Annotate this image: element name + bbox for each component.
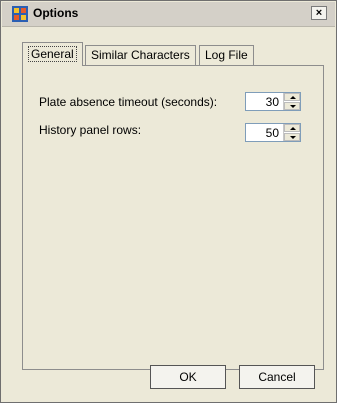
ok-button[interactable]: OK xyxy=(150,365,226,389)
spin-down-icon xyxy=(290,105,296,108)
plate-absence-increment-button[interactable] xyxy=(284,93,300,101)
cancel-button[interactable]: Cancel xyxy=(239,365,315,389)
plate-absence-spin-buttons xyxy=(283,93,300,110)
history-rows-increment-button[interactable] xyxy=(284,124,300,132)
history-panel-rows-value[interactable]: 50 xyxy=(249,126,279,140)
tab-general[interactable]: General xyxy=(22,42,83,66)
spin-down-icon xyxy=(290,136,296,139)
close-icon: × xyxy=(315,7,323,19)
history-panel-rows-stepper[interactable]: 50 xyxy=(245,123,301,142)
title-bar[interactable]: Options × xyxy=(2,2,335,27)
dialog-client-area: General Similar Characters Log File Plat… xyxy=(6,27,332,398)
tab-similar-characters[interactable]: Similar Characters xyxy=(85,45,196,65)
plate-absence-timeout-label: Plate absence timeout (seconds): xyxy=(39,95,218,109)
options-app-icon xyxy=(12,6,28,22)
history-panel-rows-label: History panel rows: xyxy=(39,123,142,137)
tab-similar-characters-label: Similar Characters xyxy=(91,48,190,62)
tab-log-file-label: Log File xyxy=(205,48,248,62)
tab-log-file[interactable]: Log File xyxy=(199,45,254,65)
window-title: Options xyxy=(33,6,79,20)
spin-up-icon xyxy=(290,96,296,99)
plate-absence-timeout-stepper[interactable]: 30 xyxy=(245,92,301,111)
tab-general-label: General xyxy=(28,46,77,62)
spin-up-icon xyxy=(290,127,296,130)
options-dialog: Options × General Similar Characters Log… xyxy=(0,0,337,403)
history-rows-spin-buttons xyxy=(283,124,300,141)
close-button[interactable]: × xyxy=(311,6,327,20)
general-tab-panel: Plate absence timeout (seconds): 30 Hist… xyxy=(22,65,324,370)
history-rows-decrement-button[interactable] xyxy=(284,133,300,141)
plate-absence-decrement-button[interactable] xyxy=(284,102,300,110)
plate-absence-timeout-value[interactable]: 30 xyxy=(249,95,279,109)
